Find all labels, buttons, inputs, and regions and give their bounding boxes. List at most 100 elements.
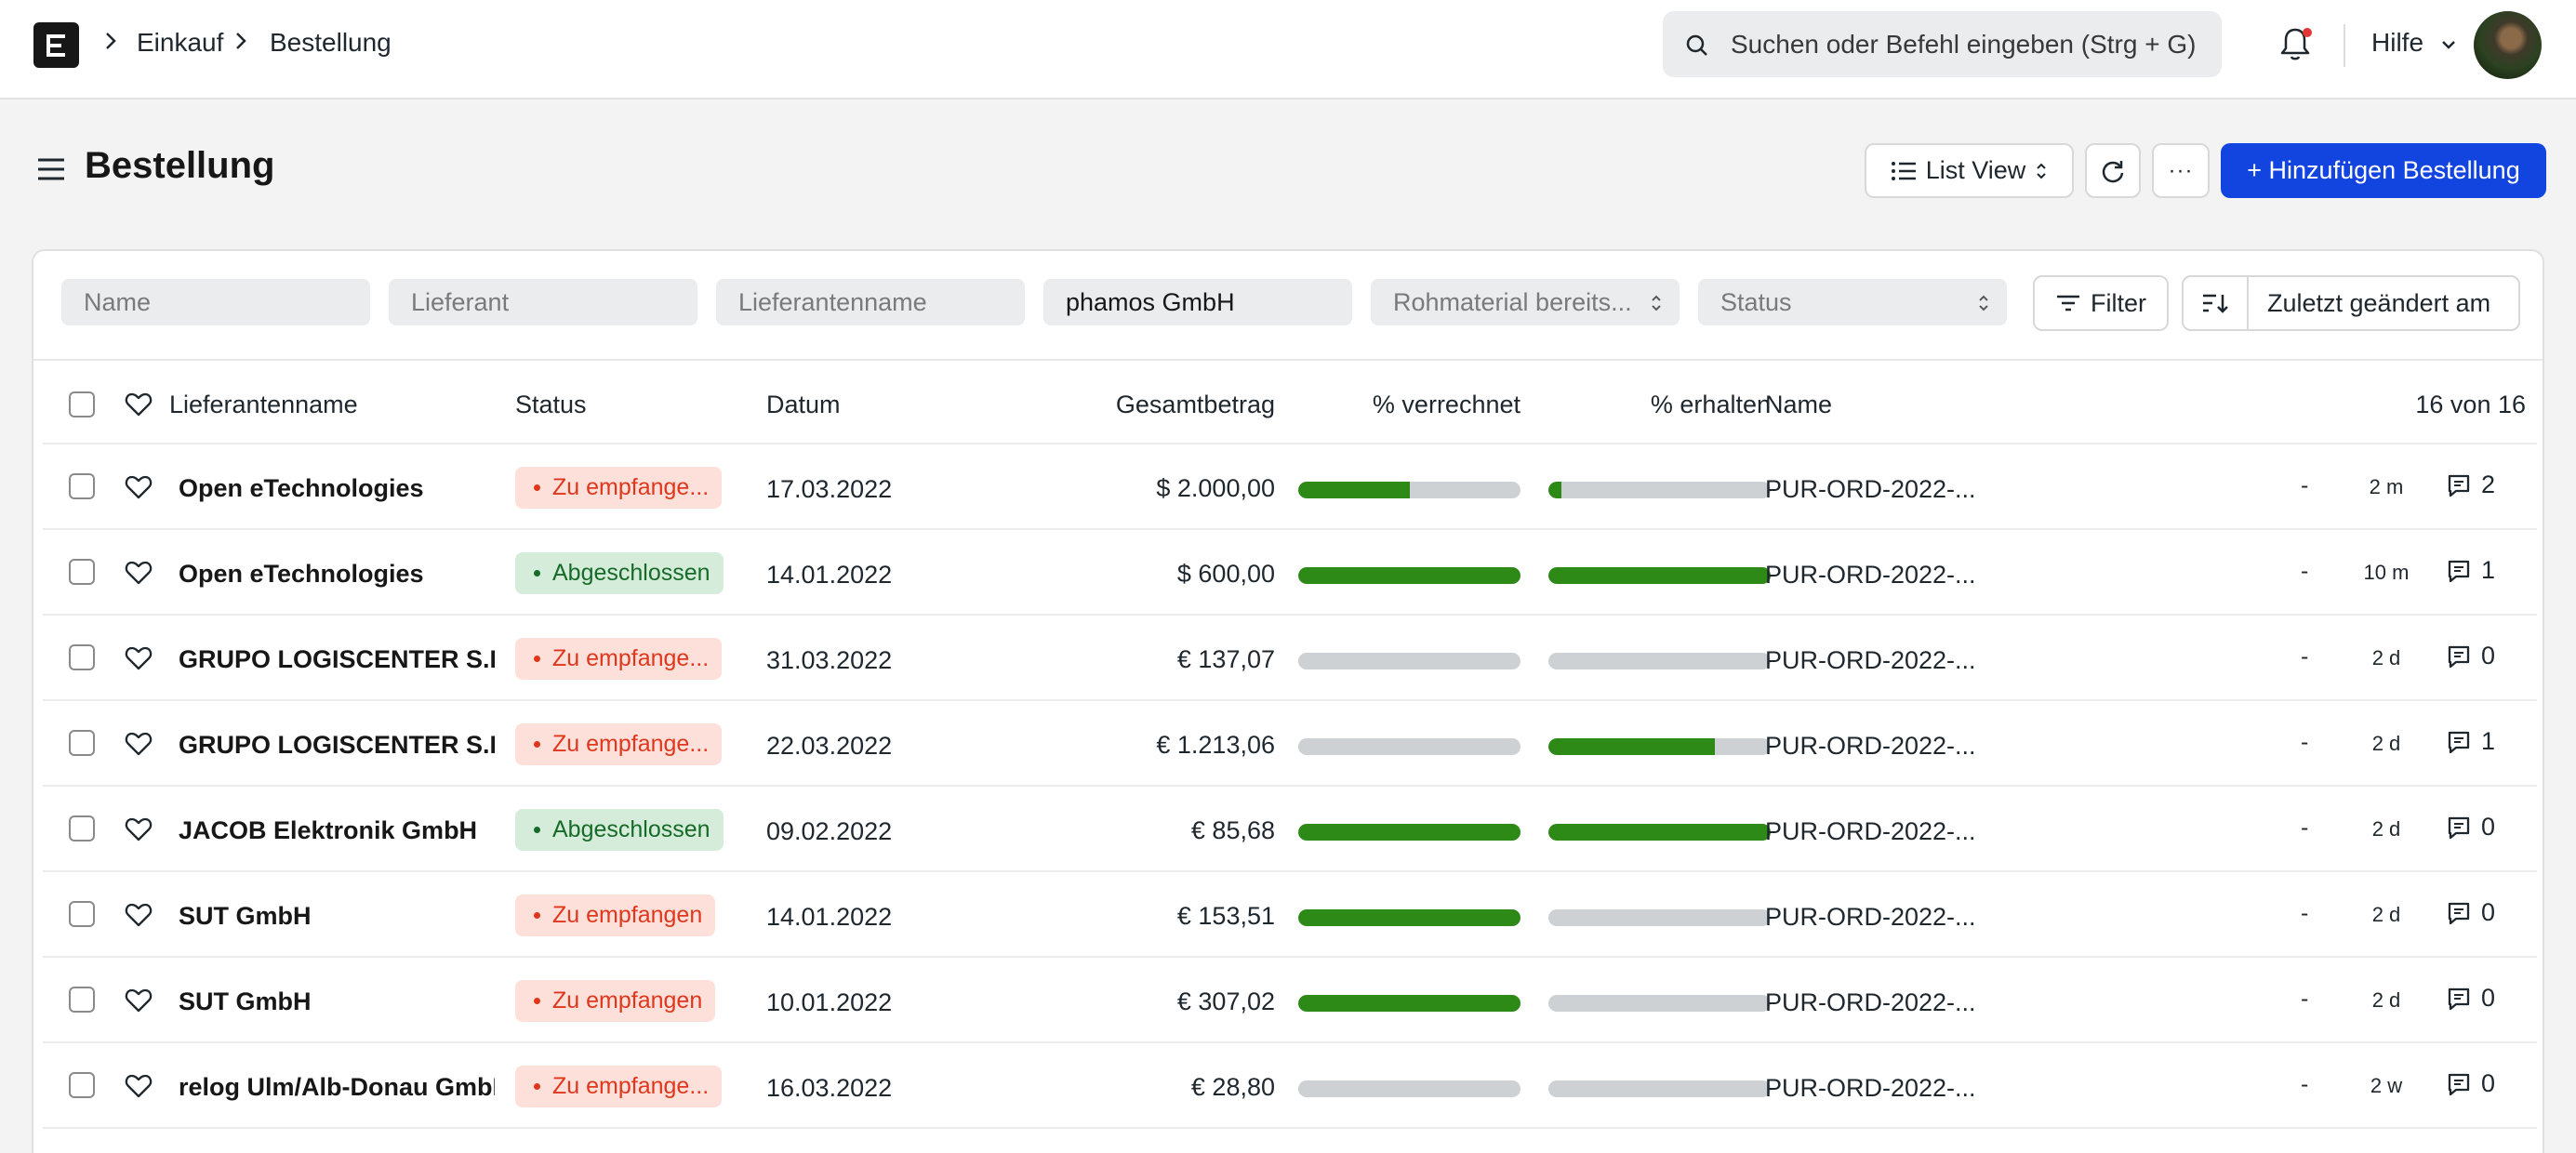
comment-icon: [2448, 645, 2470, 668]
comment-count[interactable]: 0: [2446, 898, 2495, 927]
column-header-total[interactable]: Gesamtbetrag: [1019, 391, 1275, 419]
search-bar[interactable]: Suchen oder Befehl eingeben (Strg + G): [1663, 11, 2222, 77]
supplier-name-filter-input[interactable]: Lieferantenname: [716, 279, 1025, 325]
order-total: € 28,80: [1190, 1073, 1275, 1101]
comment-count[interactable]: 2: [2446, 470, 2495, 499]
table-row[interactable]: Open eTechnologies Zu empfange... 17.03.20…: [43, 444, 2537, 530]
billed-progress-fill: [1298, 567, 1520, 584]
sort-control[interactable]: Zuletzt geändert am: [2182, 275, 2520, 331]
received-progress-bar: [1548, 482, 1771, 498]
row-checkbox[interactable]: [69, 473, 95, 499]
breadcrumb-einkauf[interactable]: Einkauf: [137, 28, 223, 58]
filter-button[interactable]: Filter: [2033, 275, 2169, 331]
status-badge: Zu empfangen: [515, 980, 716, 1022]
add-purchase-order-button[interactable]: + Hinzufügen Bestellung: [2221, 143, 2546, 198]
supplier-name[interactable]: Open eTechnologies: [179, 560, 495, 589]
modified-time: 2 m: [2369, 475, 2404, 498]
comment-count[interactable]: 1: [2446, 556, 2495, 585]
heart-icon[interactable]: [125, 392, 153, 417]
heart-icon[interactable]: [125, 646, 153, 670]
table-row[interactable]: SUT GmbH Zu empfangen 14.01.2022 € 153,51 PU…: [43, 872, 2537, 958]
table-row[interactable]: SUT GmbH Zu empfangen 10.01.2022 € 307,02 PU…: [43, 958, 2537, 1043]
order-id[interactable]: PUR-ORD-2022-...: [1765, 561, 1976, 590]
order-id[interactable]: PUR-ORD-2022-...: [1765, 732, 1976, 761]
sort-field-label[interactable]: Zuletzt geändert am: [2249, 289, 2490, 318]
order-id[interactable]: PUR-ORD-2022-...: [1765, 903, 1976, 932]
heart-icon[interactable]: [125, 903, 153, 927]
comment-count-value: 0: [2481, 984, 2496, 1012]
row-dash: -: [2301, 643, 2309, 669]
comment-icon: [2448, 902, 2470, 924]
breadcrumb-bestellung[interactable]: Bestellung: [270, 28, 392, 58]
received-progress-fill: [1548, 567, 1771, 584]
order-id[interactable]: PUR-ORD-2022-...: [1765, 646, 1976, 675]
comment-count-value: 1: [2481, 727, 2496, 755]
supplier-name-value-input[interactable]: phamos GmbH: [1043, 279, 1352, 325]
heart-icon[interactable]: [125, 1074, 153, 1098]
column-header-billed[interactable]: % verrechnet: [1298, 391, 1520, 419]
row-checkbox[interactable]: [69, 987, 95, 1013]
sidebar-toggle-icon[interactable]: [35, 156, 67, 182]
heart-icon[interactable]: [125, 732, 153, 756]
filter-divider: [33, 359, 2543, 361]
notification-dot: [2303, 28, 2312, 37]
supplier-name[interactable]: GRUPO LOGISCENTER S.L: [179, 731, 495, 760]
more-actions-button[interactable]: ···: [2152, 143, 2210, 198]
select-arrows-icon: [2037, 163, 2046, 179]
order-id[interactable]: PUR-ORD-2022-...: [1765, 475, 1976, 504]
status-badge: Zu empfange...: [515, 638, 723, 680]
row-checkbox[interactable]: [69, 815, 95, 842]
row-checkbox[interactable]: [69, 559, 95, 585]
column-header-date[interactable]: Datum: [766, 391, 841, 419]
status-select[interactable]: Status: [1698, 279, 2007, 325]
received-progress-fill: [1548, 738, 1716, 755]
column-header-name[interactable]: Name: [1765, 391, 1832, 419]
refresh-button[interactable]: [2085, 143, 2141, 198]
row-checkbox[interactable]: [69, 901, 95, 927]
supplier-filter-input[interactable]: Lieferant: [389, 279, 697, 325]
table-row[interactable]: JACOB Elektronik GmbH Abgeschlossen 09.02.…: [43, 787, 2537, 872]
supplier-name[interactable]: Open eTechnologies: [179, 474, 495, 503]
supplier-name[interactable]: SUT GmbH: [179, 987, 495, 1016]
heart-icon[interactable]: [125, 988, 153, 1013]
order-id[interactable]: PUR-ORD-2022-...: [1765, 817, 1976, 846]
help-dropdown[interactable]: Hilfe: [2371, 28, 2457, 58]
heart-icon[interactable]: [125, 561, 153, 585]
heart-icon[interactable]: [125, 475, 153, 499]
column-header-status[interactable]: Status: [515, 391, 587, 419]
app-logo[interactable]: [33, 22, 79, 68]
column-header-supplier-name[interactable]: Lieferantenname: [169, 391, 358, 419]
comment-count[interactable]: 0: [2446, 642, 2495, 670]
row-checkbox[interactable]: [69, 730, 95, 756]
supplier-name[interactable]: JACOB Elektronik GmbH: [179, 816, 495, 845]
comment-count-value: 1: [2481, 556, 2496, 584]
order-total: € 85,68: [1190, 816, 1275, 844]
user-avatar[interactable]: [2474, 11, 2542, 79]
heart-icon[interactable]: [125, 817, 153, 842]
comment-count[interactable]: 0: [2446, 984, 2495, 1013]
table-row[interactable]: GRUPO LOGISCENTER S.L Zu empfange... 22.03…: [43, 701, 2537, 787]
raw-material-select[interactable]: Rohmaterial bereits...: [1371, 279, 1680, 325]
row-checkbox[interactable]: [69, 1072, 95, 1098]
select-arrows-icon: [1652, 295, 1661, 311]
table-row[interactable]: Open eTechnologies Abgeschlossen 14.01.202…: [43, 530, 2537, 616]
comment-count[interactable]: 0: [2446, 813, 2495, 842]
comment-count[interactable]: 0: [2446, 1069, 2495, 1098]
comment-count[interactable]: 1: [2446, 727, 2495, 756]
sort-direction-button[interactable]: [2184, 277, 2249, 329]
table-row[interactable]: GRUPO LOGISCENTER S.L Zu empfange... 31.03…: [43, 616, 2537, 701]
select-all-checkbox[interactable]: [69, 391, 95, 417]
list-card: Name Lieferant Lieferantenname phamos Gm…: [32, 249, 2544, 1153]
order-id[interactable]: PUR-ORD-2022-...: [1765, 1074, 1976, 1103]
add-purchase-order-label: + Hinzufügen Bestellung: [2247, 156, 2520, 184]
column-header-received[interactable]: % erhalten: [1548, 391, 1771, 419]
order-id[interactable]: PUR-ORD-2022-...: [1765, 988, 1976, 1017]
page-title: Bestellung: [85, 145, 275, 186]
table-row[interactable]: relog Ulm/Alb-Donau GmbH Zu empfange... 16…: [43, 1043, 2537, 1129]
row-checkbox[interactable]: [69, 644, 95, 670]
supplier-name[interactable]: relog Ulm/Alb-Donau GmbH: [179, 1073, 495, 1102]
list-view-button[interactable]: List View: [1865, 143, 2074, 198]
supplier-name[interactable]: GRUPO LOGISCENTER S.L: [179, 645, 495, 674]
supplier-name[interactable]: SUT GmbH: [179, 902, 495, 931]
name-filter-input[interactable]: Name: [61, 279, 370, 325]
